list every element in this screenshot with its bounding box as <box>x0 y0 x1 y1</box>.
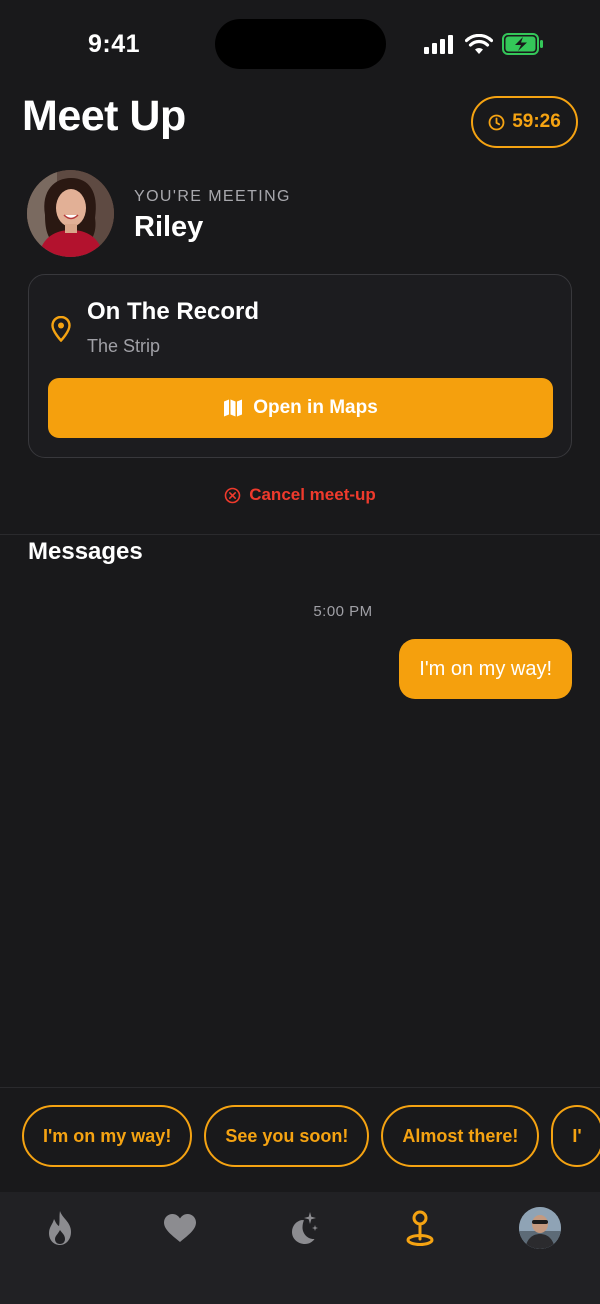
cancel-meetup-label: Cancel meet-up <box>249 485 376 504</box>
countdown-timer: 59:26 <box>471 96 578 148</box>
clock-icon <box>488 114 505 130</box>
messages-heading: Messages <box>28 538 143 565</box>
cancel-circle-icon <box>224 487 241 503</box>
cancel-meetup-button[interactable]: Cancel meet-up <box>0 485 600 505</box>
status-icons <box>424 33 544 55</box>
dynamic-island <box>215 19 386 69</box>
open-in-maps-button[interactable]: Open in Maps <box>48 378 553 438</box>
page-title: Meet Up <box>22 92 186 140</box>
quick-replies-divider <box>0 1087 600 1088</box>
meetup-screen: 9:41 Meet Up 59:26 YOU'RE MEETING Riley … <box>0 0 600 1304</box>
tab-likes[interactable] <box>158 1206 202 1250</box>
match-avatar[interactable] <box>27 170 114 257</box>
venue-area: The Strip <box>87 336 161 356</box>
message-timestamp: 5:00 PM <box>313 603 373 620</box>
wifi-icon <box>465 33 493 54</box>
heart-icon <box>164 1214 196 1242</box>
open-in-maps-label: Open in Maps <box>253 397 378 418</box>
tab-discover[interactable] <box>38 1206 82 1250</box>
quick-reply-chip[interactable]: I'm on my way! <box>22 1105 193 1167</box>
location-pin-icon <box>51 316 71 342</box>
moon-stars-icon <box>292 1212 318 1244</box>
tab-night[interactable] <box>278 1206 322 1250</box>
cellular-signal-icon <box>424 35 453 54</box>
profile-avatar <box>519 1207 561 1249</box>
battery-charging-icon <box>502 33 543 55</box>
quick-replies: I'm on my way! See you soon! Almost ther… <box>22 1105 600 1167</box>
quick-reply-chip[interactable]: See you soon! <box>204 1105 370 1167</box>
match-photo <box>27 170 114 257</box>
profile-photo <box>519 1207 561 1249</box>
tab-profile[interactable] <box>518 1206 562 1250</box>
meetup-pin-icon <box>406 1210 434 1246</box>
quick-reply-chip[interactable]: I' <box>551 1105 600 1167</box>
tab-bar <box>0 1192 600 1304</box>
section-divider <box>0 534 600 535</box>
venue-name: On The Record <box>87 298 260 325</box>
quick-reply-chip[interactable]: Almost there! <box>381 1105 540 1167</box>
meeting-eyebrow: YOU'RE MEETING <box>134 188 291 205</box>
tab-meetup[interactable] <box>398 1206 442 1250</box>
flame-icon <box>49 1211 71 1245</box>
timer-value: 59:26 <box>512 111 561 132</box>
location-card: On The Record The Strip Open in Maps <box>28 274 572 458</box>
match-name: Riley <box>134 211 204 243</box>
map-icon <box>224 399 243 417</box>
status-time: 9:41 <box>88 30 141 58</box>
outgoing-message-bubble[interactable]: I'm on my way! <box>399 639 572 699</box>
